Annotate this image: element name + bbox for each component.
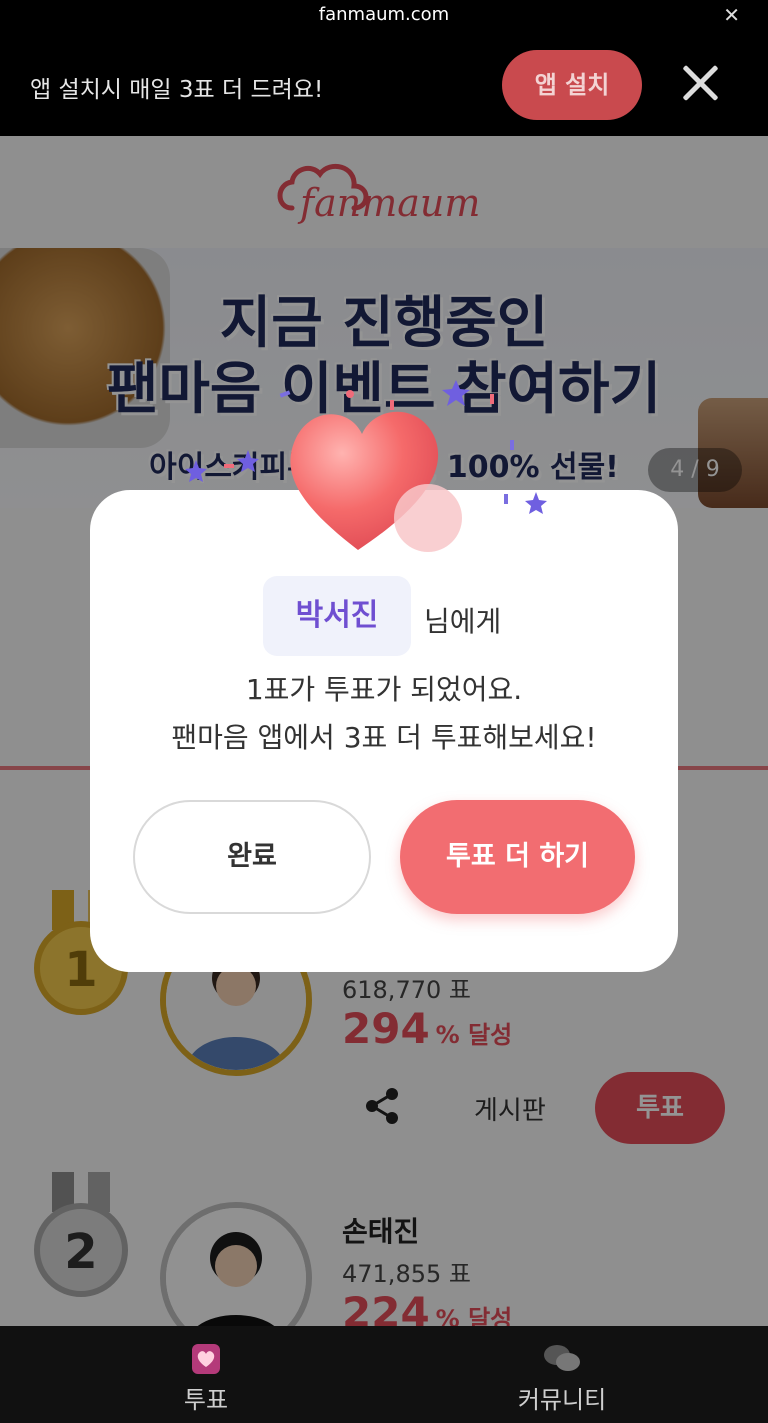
- browser-top-bar: fanmaum.com ✕: [0, 0, 768, 30]
- modal-message-line1: 1표가 투표가 되었어요.: [245, 673, 523, 706]
- domain-label: fanmaum.com: [318, 4, 450, 25]
- confetti-decoration: [185, 380, 547, 514]
- nav-tab-vote[interactable]: 투표: [106, 1326, 306, 1423]
- install-banner: 앱 설치시 매일 3표 더 드려요! 앱 설치: [0, 30, 768, 136]
- close-icon[interactable]: ✕: [723, 0, 740, 30]
- recipient-suffix: 님에게: [424, 605, 502, 638]
- done-button[interactable]: 완료: [133, 800, 371, 914]
- modal-message-line2: 팬마음 앱에서 3표 더 투표해보세요!: [171, 721, 597, 754]
- nav-label-community: 커뮤니티: [517, 1386, 607, 1414]
- install-banner-text: 앱 설치시 매일 3표 더 드려요!: [30, 77, 324, 103]
- close-banner-icon[interactable]: [680, 62, 720, 102]
- vote-more-button[interactable]: 투표 더 하기: [400, 800, 635, 914]
- nav-label-vote: 투표: [183, 1386, 229, 1414]
- recipient-name: 박서진: [263, 576, 411, 656]
- chat-bubbles-icon: [544, 1345, 580, 1371]
- heart-vote-icon: [192, 1344, 220, 1374]
- install-app-button[interactable]: 앱 설치: [502, 50, 642, 120]
- bottom-navigation: 투표 커뮤니티: [0, 1326, 768, 1423]
- nav-tab-community[interactable]: 커뮤니티: [462, 1326, 662, 1423]
